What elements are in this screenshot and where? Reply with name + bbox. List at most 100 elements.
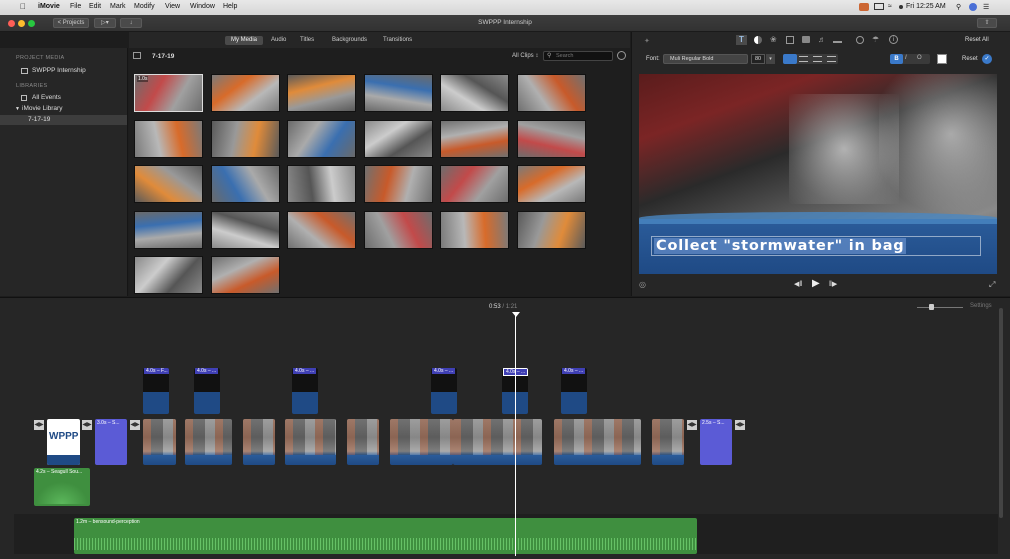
- font-size-input[interactable]: 80: [751, 54, 765, 64]
- transition-marker[interactable]: ◀▶: [34, 420, 44, 430]
- italic-button[interactable]: I: [905, 55, 907, 61]
- font-size-dropdown-icon[interactable]: ▾: [766, 54, 775, 64]
- volume-icon[interactable]: ♬: [818, 35, 826, 44]
- tab-titles[interactable]: Titles: [300, 37, 314, 43]
- video-clip[interactable]: [347, 419, 379, 465]
- apple-icon[interactable]: : [20, 2, 26, 11]
- menu-mark[interactable]: Mark: [110, 3, 126, 10]
- reset-all-button[interactable]: Reset All: [965, 37, 989, 43]
- clip-thumbnail[interactable]: [287, 119, 356, 158]
- clip-thumbnail[interactable]: [210, 165, 280, 203]
- overlay-title-clip[interactable]: 4.0s – ...: [292, 368, 318, 414]
- disclosure-triangle-icon[interactable]: ▼: [15, 104, 20, 114]
- overlay-title-clip[interactable]: 4.0s – F...: [143, 368, 169, 414]
- color-correction-icon[interactable]: ❀: [770, 35, 777, 44]
- font-select[interactable]: Muli Regular Bold: [663, 54, 748, 64]
- siri-icon[interactable]: [969, 3, 977, 11]
- status-app-icon[interactable]: [859, 3, 869, 11]
- music-audio-clip[interactable]: 1.2m – bensound-perception: [74, 518, 697, 554]
- stabilization-icon[interactable]: [802, 36, 810, 43]
- timeline-scrollbar[interactable]: [999, 308, 1003, 518]
- fullscreen-icon[interactable]: ⤢: [989, 280, 995, 290]
- transition-marker[interactable]: ◀▶: [82, 420, 92, 430]
- clip-thumbnail[interactable]: [363, 165, 433, 203]
- search-field[interactable]: ⚲ Search: [543, 51, 613, 61]
- spotlight-search-icon[interactable]: ⚲: [956, 3, 961, 11]
- overlay-title-clip[interactable]: 4.0s – ...: [431, 368, 457, 414]
- video-clip[interactable]: [390, 419, 453, 465]
- justify-icon[interactable]: [827, 56, 836, 62]
- speed-icon[interactable]: [856, 36, 864, 44]
- sidebar-toggle-icon[interactable]: [133, 52, 141, 59]
- search-input[interactable]: Search: [556, 53, 573, 59]
- video-clip[interactable]: [143, 419, 176, 465]
- sidebar-item-event[interactable]: 7-17-19: [0, 115, 127, 125]
- clock[interactable]: Fri 12:25 AM: [906, 3, 946, 10]
- timeline-settings-button[interactable]: Settings: [970, 303, 992, 309]
- video-clip[interactable]: [285, 419, 336, 465]
- skip-back-icon[interactable]: ◀‖: [794, 280, 802, 288]
- zoom-slider-thumb[interactable]: [929, 304, 934, 310]
- clip-thumbnail[interactable]: [440, 74, 509, 112]
- title-text-box[interactable]: Collect "stormwater" in bag: [651, 236, 981, 256]
- bold-button[interactable]: B: [890, 54, 903, 64]
- menu-file[interactable]: File: [70, 3, 81, 10]
- clip-thumbnail[interactable]: [516, 74, 586, 112]
- clip-thumbnail[interactable]: [134, 256, 203, 294]
- clip-thumbnail[interactable]: [287, 210, 356, 249]
- menu-app-name[interactable]: iMovie: [38, 3, 60, 10]
- settings-gear-icon[interactable]: [617, 51, 626, 60]
- crop-icon[interactable]: [786, 36, 794, 44]
- title-text-icon[interactable]: T: [736, 35, 747, 45]
- video-clip[interactable]: [243, 419, 275, 465]
- align-center-icon[interactable]: [799, 56, 808, 62]
- clip-thumbnail[interactable]: [516, 119, 586, 158]
- clip-thumbnail[interactable]: [363, 74, 433, 112]
- sidebar-item-all-events[interactable]: All Events: [0, 93, 127, 103]
- clip-thumbnail[interactable]: [210, 119, 280, 158]
- transition-marker[interactable]: ◀▶: [735, 420, 745, 430]
- clip-thumbnail[interactable]: [134, 119, 203, 158]
- clip-thumbnail[interactable]: [134, 165, 203, 203]
- clip-thumbnail[interactable]: [363, 210, 433, 249]
- align-left-icon[interactable]: [783, 54, 797, 64]
- timeline[interactable]: 0:53 / 1:21 Settings 4.0s – F... 4.0s – .…: [0, 297, 1010, 559]
- sidebar-item-library[interactable]: ▼ iMovie Library: [0, 104, 127, 114]
- play-icon[interactable]: ▶: [812, 278, 820, 289]
- display-icon[interactable]: [874, 3, 884, 10]
- wifi-icon[interactable]: ≈: [888, 3, 892, 10]
- bluetooth-icon[interactable]: [899, 5, 903, 9]
- menu-view[interactable]: View: [165, 3, 180, 10]
- intro-logo-clip[interactable]: WPPP: [47, 419, 80, 465]
- menu-modify[interactable]: Modify: [134, 3, 155, 10]
- clip-thumbnail[interactable]: [363, 119, 433, 158]
- magic-wand-icon[interactable]: ✦: [644, 37, 650, 45]
- tab-transitions[interactable]: Transitions: [383, 37, 412, 43]
- clip-thumbnail[interactable]: [134, 210, 203, 249]
- outline-button[interactable]: O: [917, 55, 922, 61]
- clip-thumbnail[interactable]: [516, 165, 586, 203]
- video-preview[interactable]: Collect "stormwater" in bag: [639, 74, 997, 274]
- clips-filter-select[interactable]: All Clips ↕: [512, 53, 538, 59]
- clip-thumbnail[interactable]: [440, 165, 509, 203]
- reset-button[interactable]: Reset: [962, 56, 978, 62]
- clip-thumbnail[interactable]: 1.0s: [134, 74, 203, 112]
- microphone-icon[interactable]: ◎: [639, 280, 646, 289]
- info-icon[interactable]: i: [889, 35, 898, 44]
- clip-thumbnail[interactable]: [516, 210, 586, 249]
- tab-my-media[interactable]: My Media: [225, 36, 263, 45]
- apply-checkmark-icon[interactable]: ✓: [982, 54, 992, 64]
- align-right-icon[interactable]: [813, 56, 822, 62]
- clip-thumbnail[interactable]: [210, 74, 280, 112]
- transition-marker[interactable]: ◀▶: [687, 420, 697, 430]
- zoom-slider[interactable]: [917, 304, 963, 310]
- overlay-title-clip[interactable]: 4.0s – ...: [561, 368, 587, 414]
- clip-thumbnail[interactable]: [440, 119, 509, 158]
- menu-help[interactable]: Help: [223, 3, 237, 10]
- title-caption[interactable]: Collect "stormwater" in bag: [654, 238, 907, 254]
- clip-thumbnail[interactable]: [210, 210, 280, 249]
- menu-edit[interactable]: Edit: [89, 3, 101, 10]
- text-color-swatch[interactable]: [937, 54, 947, 64]
- video-clip[interactable]: [453, 419, 542, 465]
- tab-audio[interactable]: Audio: [271, 37, 286, 43]
